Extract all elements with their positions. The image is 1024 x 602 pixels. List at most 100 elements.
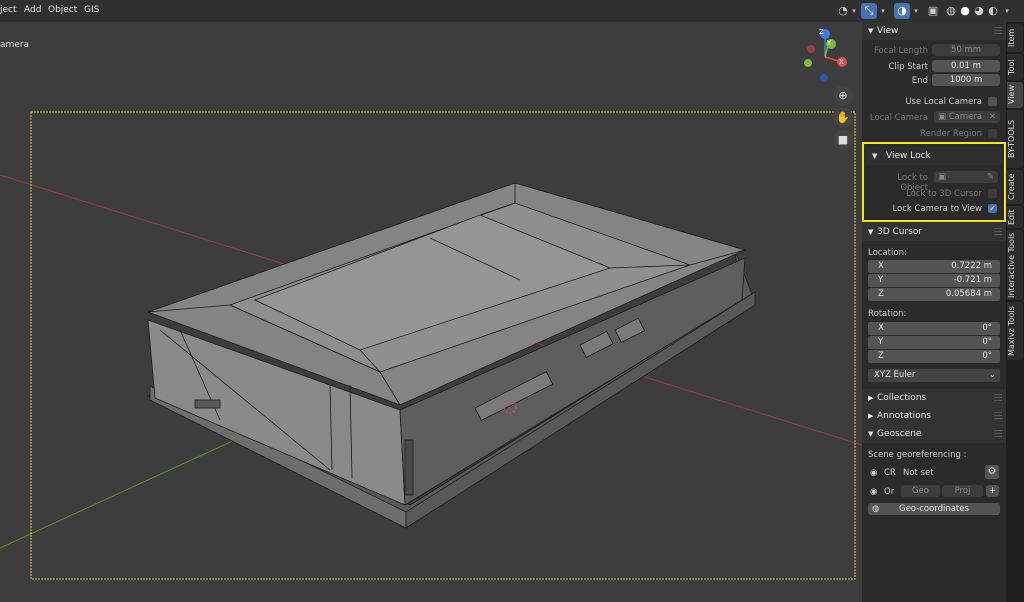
focal-length-label: Focal Length	[873, 46, 928, 56]
tab-edit[interactable]: Edit	[1007, 206, 1023, 228]
or-label: Or	[884, 487, 895, 497]
section-title: View	[877, 26, 899, 36]
enclosure-model	[146, 182, 756, 529]
chevron-right-icon: ▶	[868, 412, 874, 420]
clip-end-field[interactable]: 1000 m	[932, 74, 1000, 86]
chevron-down-icon: ⌄	[988, 370, 996, 380]
section-title: 3D Cursor	[877, 227, 923, 237]
tab-item[interactable]: Item	[1007, 24, 1023, 52]
location-z-field[interactable]: Z 0.05684 m	[868, 288, 1000, 301]
tab-create[interactable]: Create	[1007, 170, 1023, 204]
geo-coordinates-button[interactable]: ◍ Geo-coordinates	[868, 503, 1000, 515]
rotation-z-field[interactable]: Z 0°	[868, 350, 1000, 363]
collections-section-header[interactable]: ▶ Collections	[862, 389, 1006, 407]
section-title: Annotations	[877, 411, 932, 421]
chevron-down-icon[interactable]: ▾	[879, 3, 887, 19]
sidebar-tabs: Item Tool View BY-TOOLS Create Edit Inte…	[1006, 22, 1024, 602]
render-region-label: Render Region	[919, 129, 982, 139]
chevron-down-icon[interactable]: ▾	[850, 3, 858, 19]
navigation-gizmo[interactable]	[804, 29, 847, 82]
chevron-down-icon[interactable]: ▾	[1002, 3, 1012, 19]
rotation-mode-dropdown[interactable]: XYZ Euler ⌄	[868, 369, 1000, 382]
or-radio-icon[interactable]: ◉	[870, 487, 877, 497]
tab-view[interactable]: View	[1007, 82, 1023, 108]
drag-handle-icon[interactable]	[994, 27, 1002, 35]
wireframe-shading-icon[interactable]: ◍	[944, 3, 958, 19]
lock-to-3d-cursor-label: Lock to 3D Cursor	[906, 189, 982, 199]
chevron-down-icon: ▼	[868, 27, 874, 35]
proj-button[interactable]: Proj	[942, 485, 983, 497]
view-lock-section-header[interactable]: ▼ View Lock	[866, 147, 1002, 165]
viewport-scene	[0, 29, 862, 580]
drag-handle-icon[interactable]	[994, 394, 1002, 402]
use-local-camera-label: Use Local Camera	[905, 97, 982, 107]
chevron-down-icon: ▼	[868, 228, 874, 236]
lock-camera-to-view-label: Lock Camera to View	[892, 204, 982, 214]
geo-button[interactable]: Geo	[901, 485, 940, 497]
menu-add[interactable]: Add	[24, 5, 41, 15]
visibility-icon[interactable]: ◔	[836, 3, 850, 19]
rotation-y-field[interactable]: Y 0°	[868, 336, 1000, 349]
camera-object-label: amera	[0, 40, 30, 50]
tab-maxivz-tools[interactable]: Maxivz Tools	[1007, 302, 1023, 360]
tab-interactive-tools[interactable]: Interactive Tools	[1007, 230, 1023, 300]
overlays-toggle-icon[interactable]: ◑	[894, 3, 910, 19]
clip-end-label: End	[911, 76, 928, 86]
location-x-field[interactable]: X 0.7222 m	[868, 260, 1000, 273]
solid-shading-icon[interactable]: ●	[958, 3, 972, 19]
chevron-down-icon: ▼	[868, 430, 874, 438]
viewport-header: ject Add Object GIS ◔ ▾ ⤡ ▾ ◑ ▾ ▣ ◍ ● ◕ …	[0, 0, 1024, 22]
view-section-header[interactable]: ▼ View	[862, 22, 1006, 40]
crs-radio-icon[interactable]: ◉	[870, 468, 877, 478]
local-camera-field[interactable]: ▣ Camera ✕	[934, 111, 1000, 123]
tab-tool[interactable]: Tool	[1007, 54, 1023, 80]
x-axis-label: X	[839, 58, 844, 66]
material-shading-icon[interactable]: ◕	[972, 3, 986, 19]
local-camera-label: Local Camera	[869, 113, 928, 123]
geoscene-section-header[interactable]: ▼ Geoscene	[862, 425, 1006, 443]
z-axis-label: Z	[819, 28, 824, 36]
use-local-camera-checkbox[interactable]	[988, 97, 997, 106]
camera-icon: ▣	[938, 112, 947, 122]
tab-by-tools[interactable]: BY-TOOLS	[1007, 110, 1023, 168]
gizmo-toggle-icon[interactable]: ⤡	[861, 3, 877, 19]
scene-georeferencing-label: Scene georeferencing :	[868, 450, 967, 460]
3d-cursor-section-header[interactable]: ▼ 3D Cursor	[862, 223, 1006, 241]
rotation-label: Rotation:	[868, 309, 907, 319]
clip-start-label: Clip Start	[888, 62, 928, 72]
chevron-down-icon[interactable]: ▾	[912, 3, 920, 19]
xray-toggle-icon[interactable]: ▣	[926, 3, 940, 19]
location-y-field[interactable]: Y -0.721 m	[868, 274, 1000, 287]
zoom-icon[interactable]: ⊕	[833, 86, 853, 106]
drag-handle-icon[interactable]	[994, 228, 1002, 236]
3d-viewport[interactable]: amera Z Y X ⊕ ✋ ■	[0, 22, 862, 602]
menu-gis[interactable]: GIS	[84, 5, 99, 15]
close-icon[interactable]: ✕	[989, 111, 996, 123]
lock-camera-to-view-checkbox[interactable]: ✓	[988, 204, 997, 213]
section-title: Geoscene	[877, 429, 922, 439]
annotations-section-header[interactable]: ▶ Annotations	[862, 407, 1006, 425]
clip-start-field[interactable]: 0.01 m	[932, 60, 1000, 72]
menu-object-partial[interactable]: ject	[0, 5, 17, 15]
section-title: Collections	[877, 393, 927, 403]
rotation-x-field[interactable]: X 0°	[868, 322, 1000, 335]
location-label: Location:	[868, 248, 907, 258]
rendered-shading-icon[interactable]: ◐	[986, 3, 1000, 19]
object-icon: ▣	[938, 172, 947, 182]
render-region-checkbox[interactable]	[988, 129, 997, 138]
drag-handle-icon[interactable]	[994, 430, 1002, 438]
eyedropper-icon[interactable]: ✎	[987, 171, 994, 183]
lock-to-3d-cursor-checkbox[interactable]	[988, 189, 997, 198]
chevron-right-icon: ▶	[868, 394, 874, 402]
gear-icon[interactable]: ⚙	[985, 465, 999, 479]
lock-to-object-field[interactable]: ▣ ✎	[934, 171, 998, 183]
drag-handle-icon[interactable]	[994, 412, 1002, 420]
crs-value: Not set	[903, 468, 934, 478]
y-axis-label: Y	[827, 39, 832, 47]
section-title: View Lock	[886, 151, 931, 161]
pan-hand-icon[interactable]: ✋	[833, 108, 853, 128]
add-icon[interactable]: +	[986, 485, 999, 497]
menu-object[interactable]: Object	[48, 5, 77, 15]
camera-view-icon[interactable]: ■	[833, 130, 853, 150]
focal-length-field[interactable]: 50 mm	[932, 44, 1000, 56]
